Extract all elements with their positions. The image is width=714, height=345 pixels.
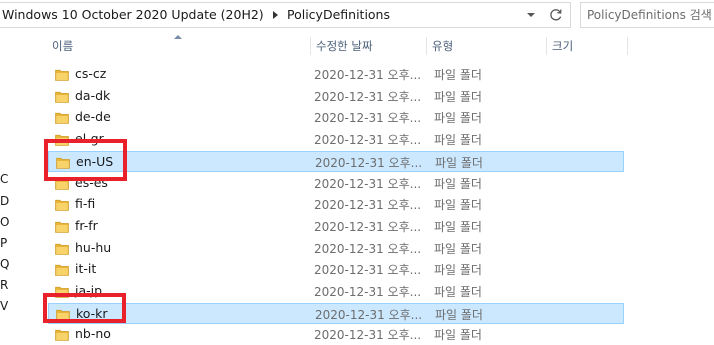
column-header-size[interactable]: 크기 — [550, 35, 628, 57]
file-type: 파일 폴더 — [434, 328, 482, 343]
folder-icon — [55, 111, 69, 125]
file-date-modified: 2020-12-31 오후... — [314, 241, 422, 256]
file-row[interactable]: ko-kr 2020-12-31 오후... 파일 폴더 — [48, 302, 624, 324]
file-row[interactable]: es-es 2020-12-31 오후... 파일 폴더 — [48, 173, 624, 194]
file-name: it-it — [75, 261, 97, 277]
file-date-modified: 2020-12-31 오후... — [314, 68, 422, 82]
file-row[interactable]: cs-cz 2020-12-31 오후... 파일 폴더 — [48, 64, 624, 85]
file-row[interactable]: nb-no 2020-12-31 오후... 파일 폴더 — [48, 324, 624, 345]
file-row[interactable]: ja-jp 2020-12-31 오후... 파일 폴더 — [48, 281, 624, 302]
file-type: 파일 폴더 — [434, 285, 482, 299]
address-history-dropdown[interactable] — [523, 5, 539, 25]
file-type: 파일 폴더 — [434, 89, 482, 104]
file-type: 파일 폴더 — [434, 263, 482, 278]
folder-icon — [55, 198, 69, 211]
file-date-modified: 2020-12-31 오후... — [314, 198, 422, 213]
folder-icon — [55, 90, 69, 103]
file-row[interactable]: fr-fr 2020-12-31 오후... 파일 폴더 — [48, 216, 624, 237]
file-name: de-de — [75, 109, 111, 125]
refresh-icon — [550, 9, 562, 21]
breadcrumb-segment-parent[interactable]: Windows 10 October 2020 Update (20H2) — [2, 7, 264, 22]
column-header-label: 수정한 날짜 — [316, 39, 373, 53]
nav-item-drive[interactable]: O — [0, 215, 9, 229]
column-header-type[interactable]: 유형 — [430, 35, 546, 57]
column-header-label: 크기 — [552, 39, 574, 53]
column-header-label: 유형 — [432, 39, 454, 53]
file-type: 파일 폴더 — [434, 68, 482, 82]
highlight-box-ko-kr — [43, 293, 126, 323]
nav-item-drive[interactable]: C — [0, 172, 8, 186]
file-date-modified: 2020-12-31 오후... — [314, 328, 422, 343]
file-type: 파일 폴더 — [434, 133, 482, 148]
chevron-right-icon[interactable] — [273, 11, 278, 19]
column-header-name[interactable]: 이름 — [50, 35, 310, 57]
column-header-label: 이름 — [52, 39, 74, 53]
file-date-modified: 2020-12-31 오후... — [314, 219, 422, 234]
column-divider[interactable] — [546, 37, 547, 55]
file-row[interactable]: fi-fi 2020-12-31 오후... 파일 폴더 — [48, 194, 624, 215]
file-name: da-dk — [75, 87, 111, 103]
nav-item-drive[interactable]: D — [0, 194, 9, 208]
column-divider[interactable] — [310, 37, 311, 55]
file-date-modified: 2020-12-31 오후... — [314, 111, 422, 126]
breadcrumb-segment-current[interactable]: PolicyDefinitions — [287, 7, 390, 22]
file-type: 파일 폴더 — [434, 198, 482, 213]
folder-icon — [55, 263, 69, 277]
file-name: cs-cz — [75, 66, 107, 81]
file-name: hu-hu — [75, 239, 112, 255]
file-type: 파일 폴더 — [434, 241, 482, 256]
file-type: 파일 폴더 — [434, 219, 482, 234]
file-date-modified: 2020-12-31 오후... — [315, 155, 423, 170]
file-type: 파일 폴더 — [435, 307, 483, 322]
highlight-box-en-us — [44, 139, 127, 181]
address-bar[interactable]: Windows 10 October 2020 Update (20H2) Po… — [0, 2, 571, 28]
file-row[interactable]: en-US 2020-12-31 오후... 파일 폴더 — [48, 150, 624, 172]
file-row[interactable]: it-it 2020-12-31 오후... 파일 폴더 — [48, 259, 624, 280]
nav-item-drive[interactable]: R — [0, 278, 8, 292]
nav-item-drive[interactable]: V — [0, 299, 8, 313]
file-name: nb-no — [75, 326, 111, 342]
folder-icon — [55, 242, 69, 255]
column-header-date-modified[interactable]: 수정한 날짜 — [314, 35, 426, 57]
nav-item-drive[interactable]: Q — [0, 257, 9, 271]
column-header-row: 이름 수정한 날짜 유형 크기 — [36, 35, 628, 57]
file-date-modified: 2020-12-31 오후... — [314, 89, 422, 104]
file-row[interactable]: de-de 2020-12-31 오후... 파일 폴더 — [48, 107, 624, 128]
folder-icon — [55, 68, 69, 81]
column-divider[interactable] — [426, 37, 427, 55]
file-date-modified: 2020-12-31 오후... — [315, 307, 423, 322]
file-date-modified: 2020-12-31 오후... — [314, 285, 422, 299]
file-row[interactable]: hu-hu 2020-12-31 오후... 파일 폴더 — [48, 238, 624, 259]
column-divider[interactable] — [627, 37, 628, 55]
nav-item-drive[interactable]: P — [0, 236, 7, 250]
file-type: 파일 폴더 — [435, 155, 483, 170]
refresh-button[interactable] — [546, 5, 566, 25]
file-date-modified: 2020-12-31 오후... — [314, 176, 422, 191]
file-type: 파일 폴더 — [434, 176, 482, 191]
file-name: fi-fi — [75, 196, 96, 212]
search-box[interactable] — [580, 2, 714, 28]
file-row[interactable]: el-gr 2020-12-31 오후... 파일 폴더 — [48, 129, 624, 150]
folder-icon — [55, 220, 69, 233]
file-type: 파일 폴더 — [434, 111, 482, 126]
file-row[interactable]: da-dk 2020-12-31 오후... 파일 폴더 — [48, 86, 624, 107]
file-date-modified: 2020-12-31 오후... — [314, 133, 422, 148]
search-input[interactable] — [587, 5, 714, 25]
folder-icon — [55, 328, 69, 342]
file-date-modified: 2020-12-31 오후... — [314, 263, 422, 278]
file-name: fr-fr — [75, 217, 98, 233]
